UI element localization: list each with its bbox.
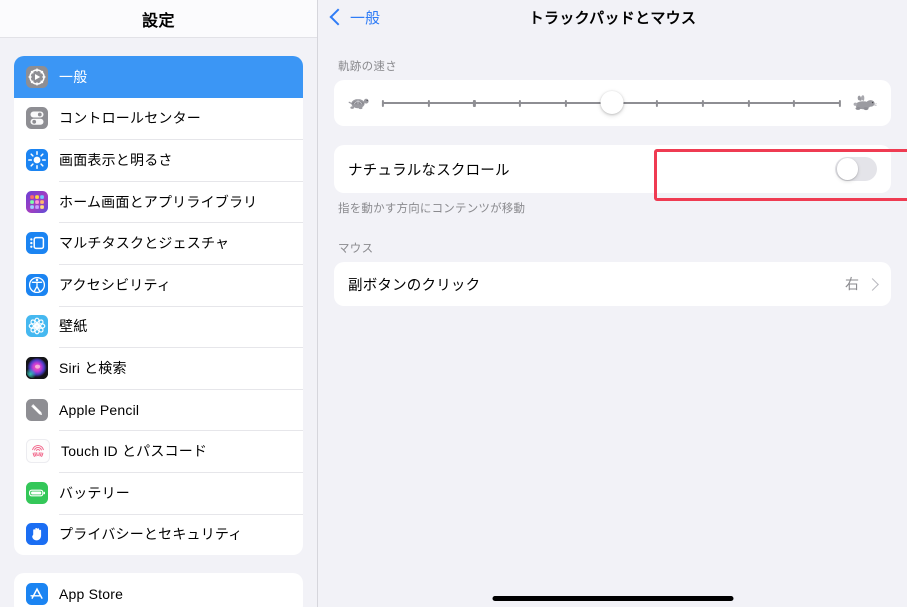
slider-tick	[793, 99, 796, 107]
sidebar-item-apple-pencil[interactable]: Apple Pencil	[14, 388, 303, 431]
sidebar-item-battery[interactable]: バッテリー	[14, 471, 303, 514]
toggle-knob	[836, 158, 858, 180]
sidebar-item-label: Touch ID とパスコード	[61, 443, 208, 460]
sidebar-item-siri-search[interactable]: Siri と検索	[14, 347, 303, 389]
mouse-section-header: マウス	[338, 243, 374, 255]
chevron-right-icon	[866, 277, 879, 291]
slider-tick	[701, 99, 704, 107]
home-indicator	[492, 596, 733, 601]
sidebar-title: 設定	[141, 12, 175, 30]
sidebar-item-general[interactable]: 一般	[14, 56, 303, 98]
sidebar-item-accessibility[interactable]: アクセシビリティ	[14, 263, 303, 306]
natural-scroll-footnote: 指を動かす方向にコンテンツが移動	[338, 203, 526, 215]
sidebar-item-label: Siri と検索	[59, 359, 127, 376]
slider-tick	[381, 99, 385, 107]
slider-tick	[838, 99, 842, 107]
slider-tick	[473, 99, 476, 107]
sidebar-scroll-area[interactable]: 一般 コントロールセンター 画面表示と明るさ ホーム画面とアプリライブラリ マル…	[0, 56, 317, 607]
sidebar-item-label: ホーム画面とアプリライブラリ	[59, 193, 258, 210]
sidebar-item-touch-id[interactable]: Touch ID とパスコード	[14, 430, 303, 472]
sidebar-item-label: バッテリー	[59, 484, 130, 501]
settings-sidebar: 設定 一般 コントロールセンター 画面表示と明るさ ホーム画面とアプリライブラリ…	[0, 0, 318, 607]
sidebar-item-label: Apple Pencil	[59, 401, 140, 418]
sidebar-item-label: マルチタスクとジェスチャ	[59, 235, 230, 252]
sidebar-item-label: App Store	[59, 585, 124, 602]
natural-scroll-row[interactable]: ナチュラルなスクロール	[334, 145, 891, 193]
sidebar-item-control-center[interactable]: コントロールセンター	[14, 98, 303, 140]
back-button[interactable]: 一般	[329, 7, 381, 28]
apple-pencil-icon	[26, 398, 48, 421]
brightness-icon	[26, 148, 48, 171]
sidebar-item-multitasking[interactable]: マルチタスクとジェスチャ	[14, 222, 303, 264]
mouse-card: 副ボタンのクリック 右	[334, 262, 891, 306]
slider-thumb[interactable]	[600, 91, 623, 114]
chevron-left-icon	[329, 8, 347, 26]
detail-header: 一般 トラックパッドとマウス	[318, 0, 907, 34]
app-store-icon	[26, 582, 48, 605]
slider-tick	[656, 99, 659, 107]
sidebar-item-app-store[interactable]: App Store	[14, 573, 303, 607]
natural-scroll-card: ナチュラルなスクロール	[334, 145, 891, 193]
gear-icon	[26, 65, 48, 88]
sidebar-item-label: 画面表示と明るさ	[59, 151, 173, 168]
slider-tick	[518, 99, 522, 107]
detail-body: 軌跡の速さ ナチュラルなスクロール 指を動かす方向にコンテンツが移動 マウス 副…	[318, 34, 907, 306]
secondary-click-value: 右	[845, 276, 859, 292]
slider-tick	[564, 99, 567, 107]
sidebar-item-wallpaper[interactable]: 壁紙	[14, 305, 303, 348]
back-button-label: 一般	[350, 9, 381, 27]
sidebar-item-label: 一般	[59, 68, 88, 85]
touch-id-icon	[26, 439, 50, 464]
tracking-speed-slider[interactable]	[381, 91, 842, 115]
tracking-speed-card	[334, 80, 891, 126]
control-center-icon	[26, 107, 48, 130]
sidebar-item-label: アクセシビリティ	[59, 276, 172, 293]
battery-icon	[26, 481, 48, 504]
ipad-settings-screen: 設定 一般 コントロールセンター 画面表示と明るさ ホーム画面とアプリライブラリ…	[0, 0, 907, 607]
page-title: トラックパッドとマウス	[528, 9, 697, 27]
sidebar-header: 設定	[0, 0, 317, 38]
sidebar-item-display-brightness[interactable]: 画面表示と明るさ	[14, 139, 303, 181]
sidebar-item-label: 壁紙	[59, 318, 88, 335]
accessibility-icon	[26, 273, 48, 296]
sidebar-item-home-screen[interactable]: ホーム画面とアプリライブラリ	[14, 180, 303, 223]
detail-pane: 一般 トラックパッドとマウス 軌跡の速さ ナチュラルなスクロール 指を動かす方向…	[318, 0, 907, 607]
sidebar-item-label: コントロールセンター	[59, 110, 201, 127]
siri-icon	[26, 356, 48, 379]
slider-tick	[427, 99, 430, 107]
rabbit-icon	[852, 94, 878, 112]
sidebar-group-services: App Store	[14, 573, 303, 607]
secondary-click-row[interactable]: 副ボタンのクリック 右	[334, 262, 891, 306]
tracking-speed-section-header: 軌跡の速さ	[338, 61, 397, 73]
secondary-click-label: 副ボタンのクリック	[348, 277, 481, 294]
tracking-speed-row	[334, 80, 891, 126]
wallpaper-icon	[26, 315, 48, 338]
natural-scroll-label: ナチュラルなスクロール	[348, 162, 510, 179]
slider-tick	[747, 99, 750, 107]
natural-scroll-toggle[interactable]	[835, 156, 877, 182]
sidebar-item-privacy-security[interactable]: プライバシーとセキュリティ	[14, 513, 303, 556]
turtle-icon	[347, 95, 371, 112]
privacy-hand-icon	[26, 523, 48, 546]
sidebar-item-label: プライバシーとセキュリティ	[59, 526, 243, 543]
home-screen-icon	[26, 190, 48, 213]
sidebar-group-system: 一般 コントロールセンター 画面表示と明るさ ホーム画面とアプリライブラリ マル…	[14, 56, 303, 556]
multitasking-icon	[26, 232, 48, 255]
